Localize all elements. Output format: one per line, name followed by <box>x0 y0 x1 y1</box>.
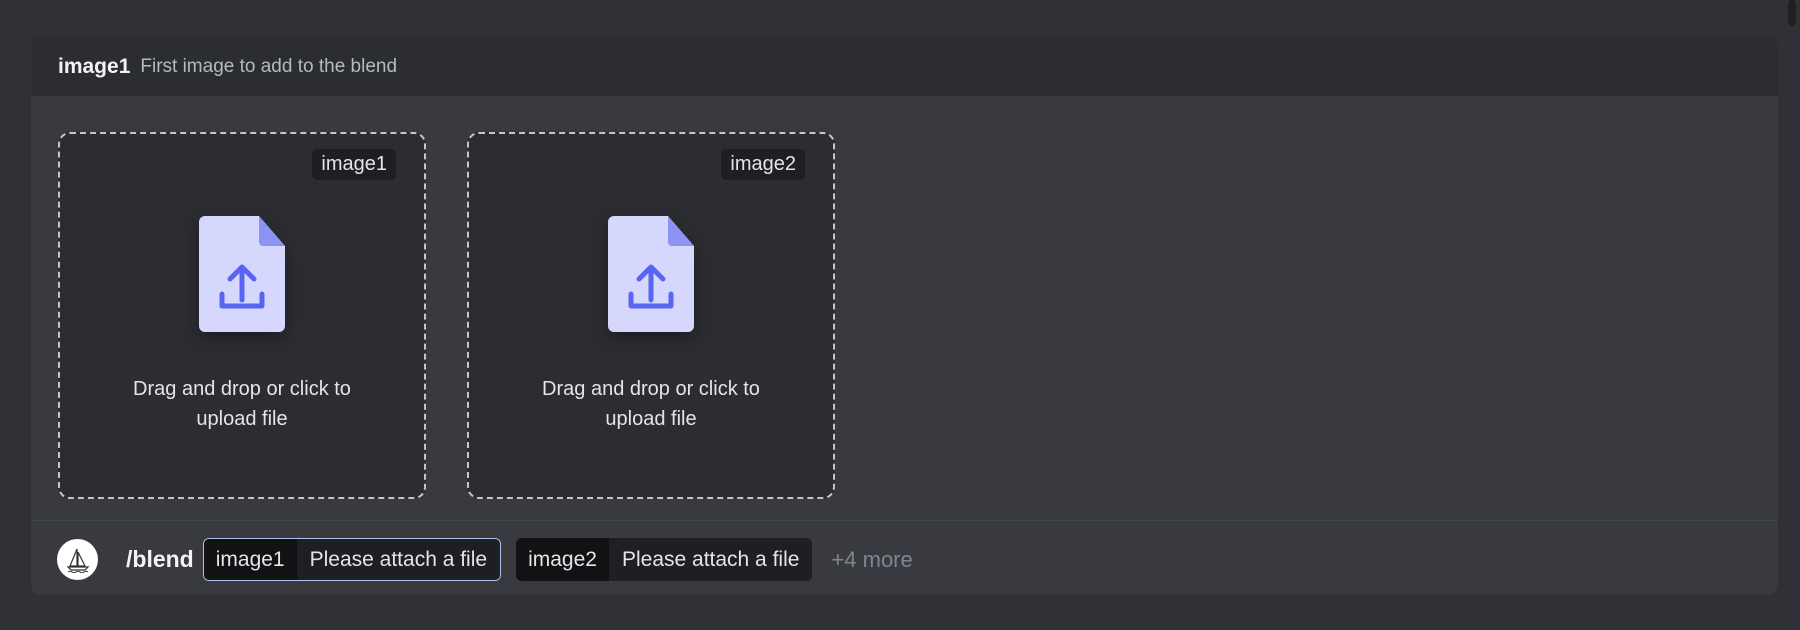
sailboat-icon <box>66 548 89 573</box>
upload-tag: image2 <box>721 149 805 180</box>
upload-text-line: upload file <box>605 408 697 430</box>
file-upload-icon <box>608 216 694 332</box>
param-value: Please attach a file <box>296 539 501 580</box>
bot-avatar <box>57 539 98 580</box>
param-key: image2 <box>516 538 609 581</box>
param-image2[interactable]: image2 Please attach a file <box>516 538 813 581</box>
command-option-panel: image1 First image to add to the blend i… <box>31 37 1778 595</box>
upload-dropzone-image1[interactable]: image1 Drag and drop or click to upload … <box>58 132 426 499</box>
upload-instructions: Drag and drop or click to upload file <box>60 374 424 434</box>
upload-text-line: Drag and drop or click to <box>133 378 351 400</box>
upload-instructions: Drag and drop or click to upload file <box>469 374 833 434</box>
upload-dropzone-image2[interactable]: image2 Drag and drop or click to upload … <box>467 132 835 499</box>
file-upload-icon <box>199 216 285 332</box>
param-image1[interactable]: image1 Please attach a file <box>202 538 502 581</box>
upload-text-line: upload file <box>196 408 288 430</box>
param-value: Please attach a file <box>608 538 813 581</box>
command-name: /blend <box>126 546 194 572</box>
option-header: image1 First image to add to the blend <box>31 37 1778 96</box>
option-description: First image to add to the blend <box>140 55 398 77</box>
option-name: image1 <box>58 54 131 78</box>
divider <box>31 520 1778 521</box>
more-params-button[interactable]: +4 more <box>831 547 912 573</box>
param-key: image1 <box>203 539 297 580</box>
upload-tag: image1 <box>312 149 396 180</box>
command-input-row: /blend image1 Please attach a file image… <box>57 538 913 581</box>
scrollbar[interactable] <box>1788 0 1796 26</box>
upload-text-line: Drag and drop or click to <box>542 378 760 400</box>
